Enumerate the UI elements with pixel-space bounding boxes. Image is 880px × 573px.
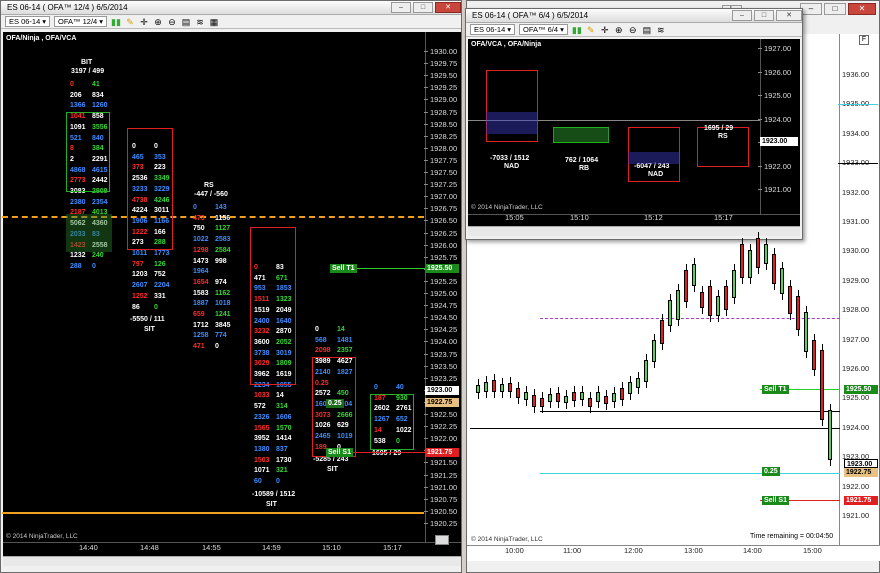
pencil-icon[interactable]: ✎ [125,17,135,27]
window-close-button[interactable]: ✕ [848,3,876,15]
right-yaxis [760,39,800,214]
right-plot-area[interactable] [468,39,760,214]
right-period-select[interactable]: OFA™ 6/4 ▾ [519,24,568,35]
pencil-icon[interactable]: ✎ [586,25,596,35]
back-chart-yaxis [839,34,879,545]
left-copyright: © 2014 NinjaTrader, LLC [6,533,78,540]
zoom-out-icon[interactable]: ⊖ [628,25,638,35]
back-chart-scroll-handle[interactable]: F [859,35,869,45]
bar-type-icon[interactable]: ▮▮ [111,17,121,27]
indicator-icon[interactable]: ≋ [656,25,666,35]
window-minimize-button[interactable]: – [800,3,822,15]
right-toolbar: ES 06-14 ▾ OFA™ 6/4 ▾ ▮▮ ✎ ✛ ⊕ ⊖ ▤ ≋ [466,23,802,37]
left-toolbar: ES 06-14 ▾ OFA™ 12/4 ▾ ▮▮ ✎ ✛ ⊕ ⊖ ▤ ≋ ▦ [1,15,461,29]
right-close-button[interactable]: ✕ [776,10,802,21]
right-instrument-select[interactable]: ES 06-14 ▾ [470,24,516,35]
left-xaxis [3,542,461,556]
left-chart-label: OFA/Ninja , OFA/VCA [6,35,77,42]
left-chart-window: ES 06-14 ( OFA™ 12/4 ) 6/5/2014 – □ ✕ ES… [0,0,462,573]
left-window-title: ES 06-14 ( OFA™ 12/4 ) 6/5/2014 [7,3,128,12]
left-plot-area[interactable] [3,32,425,542]
right-minimize-button[interactable]: – [732,10,752,21]
zoom-out-icon[interactable]: ⊖ [167,17,177,27]
instrument-label: ES 06-14 [474,25,506,34]
period-label: OFA™ 6/4 [523,25,559,34]
right-window-title: ES 06-14 ( OFA™ 6/4 ) 6/5/2014 [472,11,589,20]
left-close-button[interactable]: ✕ [435,2,461,13]
instrument-label: ES 06-14 [9,17,41,26]
back-chart-copyright: © 2014 NinjaTrader, LLC [471,536,543,543]
right-chart-label: OFA/VCA , OFA/Ninja [471,41,542,48]
back-chart-xaxis [467,545,880,561]
zoom-in-icon[interactable]: ⊕ [614,25,624,35]
right-window-titlebar[interactable]: ES 06-14 ( OFA™ 6/4 ) 6/5/2014 – □ ✕ [466,9,802,23]
left-minimize-button[interactable]: – [391,2,411,13]
left-window-titlebar[interactable]: ES 06-14 ( OFA™ 12/4 ) 6/5/2014 – □ ✕ [1,1,461,15]
indicator-icon[interactable]: ≋ [195,17,205,27]
right-chart-window: ES 06-14 ( OFA™ 6/4 ) 6/5/2014 – □ ✕ ES … [465,8,803,240]
crosshair-icon[interactable]: ✛ [139,17,149,27]
properties-icon[interactable]: ▤ [181,17,191,27]
properties-icon[interactable]: ▤ [642,25,652,35]
left-yaxis [425,32,461,542]
left-scrollbar[interactable] [3,556,461,566]
right-maximize-button[interactable]: □ [754,10,774,21]
bar-type-icon[interactable]: ▮▮ [572,25,582,35]
period-label: OFA™ 12/4 [58,17,98,26]
left-period-select[interactable]: OFA™ 12/4 ▾ [54,16,107,27]
time-remaining: Time remaining = 00:04:50 [750,533,834,540]
zoom-in-icon[interactable]: ⊕ [153,17,163,27]
left-instrument-select[interactable]: ES 06-14 ▾ [5,16,51,27]
right-copyright: © 2014 NinjaTrader, LLC [471,204,543,211]
strategy-icon[interactable]: ▦ [209,17,219,27]
right-scrollbar[interactable] [468,226,800,236]
left-scroll-button[interactable] [435,535,449,545]
right-xaxis [468,214,800,226]
window-maximize-button[interactable]: □ [824,3,846,15]
left-maximize-button[interactable]: □ [413,2,433,13]
crosshair-icon[interactable]: ✛ [600,25,610,35]
